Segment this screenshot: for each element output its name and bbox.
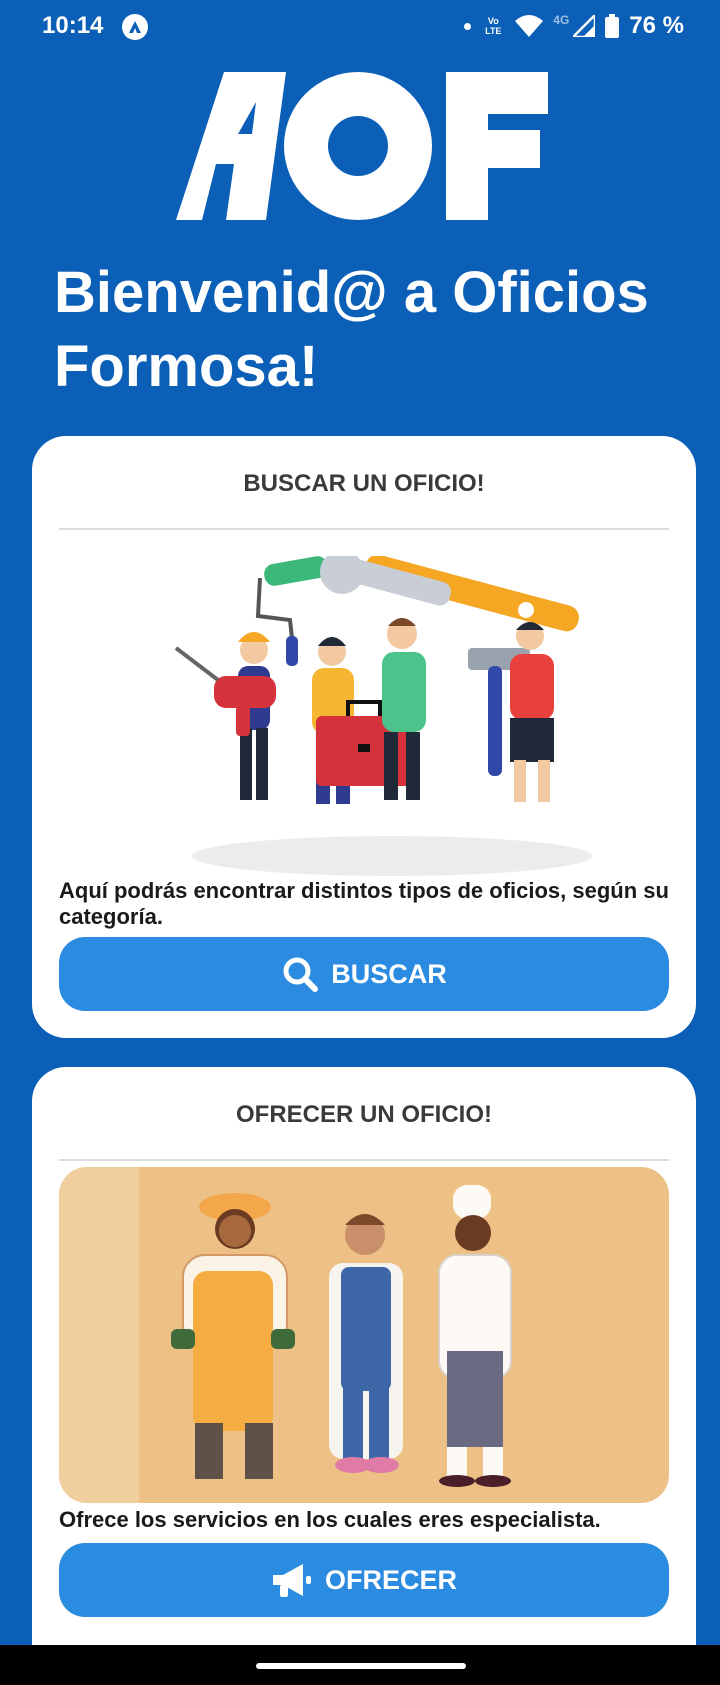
search-card: BUSCAR UN OFICIO! Aquí podrás encontrar …	[32, 436, 696, 1038]
workers-illustration	[174, 556, 592, 876]
volte-icon: Vo LTE	[485, 16, 502, 36]
battery-percent: 76 %	[629, 12, 684, 39]
megaphone-icon	[272, 1564, 311, 1597]
offer-card-description: Ofrece los servicios en los cuales eres …	[59, 1507, 601, 1532]
app-notification-icon	[122, 14, 148, 40]
notification-dot-icon	[464, 22, 472, 30]
professionals-illustration	[59, 1167, 669, 1503]
status-bar: 10:14 Vo LTE 4G 76 %	[0, 0, 720, 54]
offer-button-label: OFRECER	[324, 1564, 457, 1595]
page-title: Bienvenid@ a Oficios Formosa!	[54, 260, 649, 399]
aof-logo	[176, 72, 548, 220]
home-gesture-handle[interactable]	[256, 1663, 466, 1669]
navigation-bar	[0, 1645, 720, 1685]
offer-card-title: OFRECER UN OFICIO!	[236, 1101, 492, 1128]
search-icon	[283, 957, 319, 992]
divider	[59, 1159, 669, 1161]
status-icons: Vo LTE 4G 76 %	[464, 10, 684, 42]
search-button-label: BUSCAR	[331, 958, 447, 989]
search-card-title: BUSCAR UN OFICIO!	[243, 470, 485, 497]
offer-card: OFRECER UN OFICIO! Ofrece los servicios …	[32, 1067, 696, 1645]
network-type: 4G	[553, 13, 570, 27]
wifi-icon	[515, 15, 544, 37]
cell-signal-icon	[573, 15, 596, 37]
status-time: 10:14	[42, 12, 104, 39]
divider	[59, 528, 669, 530]
search-card-description: Aquí podrás encontrar distintos tipos de…	[59, 878, 669, 929]
offer-button[interactable]: OFRECER	[59, 1543, 669, 1617]
battery-icon	[605, 14, 620, 38]
search-button[interactable]: BUSCAR	[59, 937, 669, 1011]
